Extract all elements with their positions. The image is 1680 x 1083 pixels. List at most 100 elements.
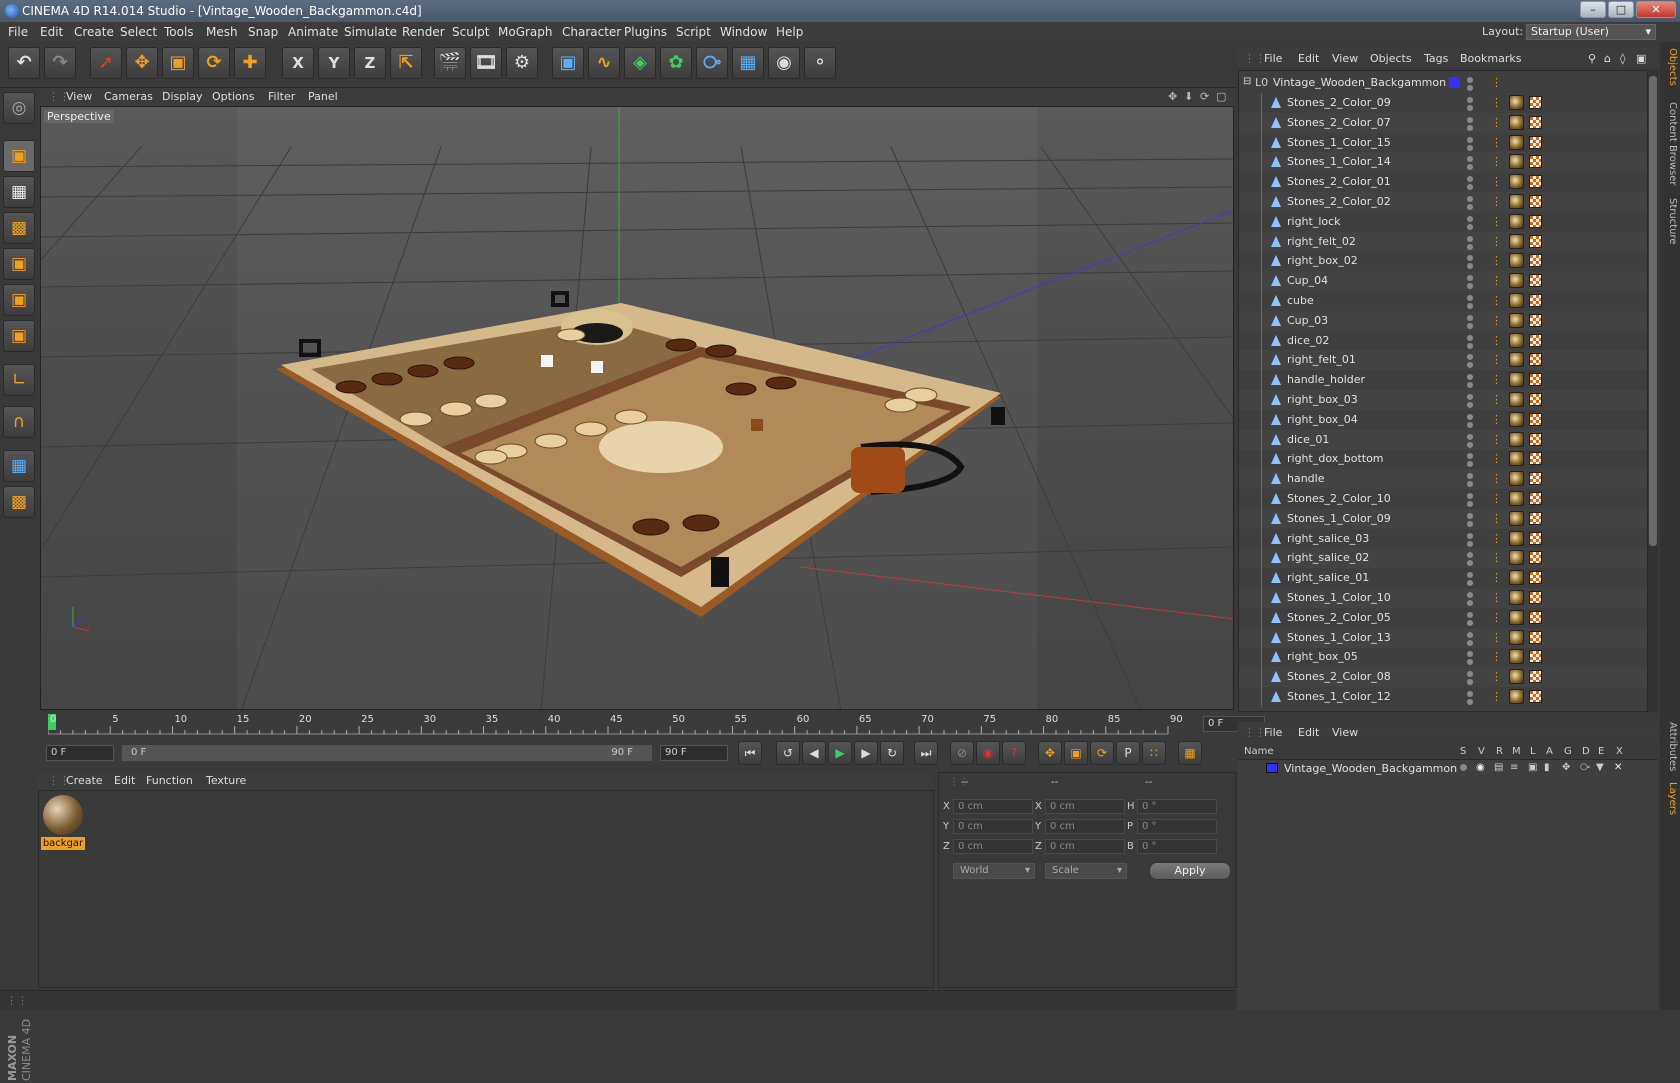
magnet-icon[interactable]: ∩	[3, 406, 35, 438]
layer-col-locked[interactable]: L	[1530, 746, 1536, 757]
render-visibility-dot[interactable]	[1467, 283, 1473, 290]
layer-tag-icon[interactable]: ⋮	[1491, 473, 1502, 485]
locked-workplane-icon[interactable]: ▦	[3, 450, 35, 482]
texture-tag-icon[interactable]	[1529, 630, 1542, 644]
editor-visibility-dot[interactable]	[1467, 215, 1473, 222]
material-tag-icon[interactable]	[1509, 312, 1524, 328]
material-tag-icon[interactable]	[1509, 629, 1524, 645]
object-row[interactable]: handle_holder ⋮	[1239, 370, 1647, 391]
material-preview[interactable]	[43, 795, 83, 835]
record-icon[interactable]: ◉	[976, 741, 1000, 765]
xref-icon[interactable]: ✕	[1614, 762, 1622, 773]
layer-color-swatch[interactable]	[1266, 763, 1278, 773]
object-row[interactable]: right_box_05 ⋮	[1239, 647, 1647, 668]
key-rotation-icon[interactable]: ⟳	[1090, 741, 1114, 765]
object-menu-file[interactable]: File	[1264, 52, 1282, 65]
material-menu-function[interactable]: Function	[146, 774, 193, 787]
layer-tag-icon[interactable]: ⋮	[1491, 235, 1502, 248]
layer-tag-icon[interactable]: ⋮	[1491, 651, 1502, 663]
object-row[interactable]: Stones_2_Color_07 ⋮	[1239, 112, 1647, 133]
material-tag-icon[interactable]	[1509, 510, 1524, 526]
y-axis-icon[interactable]: Y	[318, 47, 350, 79]
editor-visibility-dot[interactable]	[1467, 671, 1473, 678]
texture-tag-icon[interactable]	[1529, 531, 1542, 545]
layer-tag-icon[interactable]: ⋮	[1491, 493, 1502, 505]
tab-layers[interactable]: Layers	[1662, 782, 1678, 815]
editor-visibility-dot[interactable]	[1467, 552, 1473, 559]
editor-visibility-dot[interactable]	[1467, 275, 1473, 282]
frame-range-slider[interactable]: 0 F 90 F	[122, 745, 652, 761]
cube-icon[interactable]: ▣	[552, 47, 584, 79]
viewport-menu-view[interactable]: View	[66, 90, 92, 103]
layer-tag-icon[interactable]: ⋮	[1491, 116, 1502, 129]
texture-tag-icon[interactable]	[1529, 373, 1542, 387]
editor-visibility-dot[interactable]	[1467, 374, 1473, 381]
spline-icon[interactable]: ∿	[588, 47, 620, 79]
object-row[interactable]: Stones_2_Color_10 ⋮	[1239, 489, 1647, 509]
render-visibility-dot[interactable]	[1467, 184, 1473, 191]
viewport-menu-options[interactable]: Options	[212, 90, 254, 103]
viewport-menu-cameras[interactable]: Cameras	[104, 90, 153, 103]
key-parameter-icon[interactable]: P	[1116, 741, 1140, 765]
layer-tag-icon[interactable]: ⋮	[1491, 413, 1502, 426]
array-icon[interactable]: ✿	[660, 47, 692, 79]
layer-col-animation[interactable]: A	[1546, 746, 1553, 757]
render-visibility-dot[interactable]	[1467, 303, 1473, 309]
object-row[interactable]: Stones_2_Color_08 ⋮	[1239, 667, 1647, 688]
generator-icon[interactable]: ✥	[1562, 762, 1570, 773]
menu-animate[interactable]: Animate	[288, 25, 338, 39]
move-icon[interactable]: ✥	[126, 47, 158, 79]
material-tag-icon[interactable]	[1509, 95, 1524, 110]
layer-tag-icon[interactable]: ⋮	[1491, 552, 1502, 564]
layer-tag-icon[interactable]: ⋮	[1491, 334, 1502, 347]
layer-tag-icon[interactable]: ⋮	[1491, 76, 1502, 89]
layer-tag-icon[interactable]: ⋮	[1491, 433, 1502, 446]
editor-visibility-dot[interactable]	[1467, 631, 1473, 638]
render-visibility-dot[interactable]	[1467, 639, 1473, 646]
material-tag-icon[interactable]	[1509, 293, 1524, 308]
texture-tag-icon[interactable]	[1529, 670, 1542, 684]
tab-content-browser[interactable]: Content Browser	[1662, 102, 1678, 185]
texture-tag-icon[interactable]	[1529, 274, 1542, 288]
object-row[interactable]: Stones_1_Color_09 ⋮	[1239, 508, 1647, 529]
menu-select[interactable]: Select	[120, 25, 157, 39]
animation-icon[interactable]: ▮	[1544, 762, 1550, 773]
layer-menu-edit[interactable]: Edit	[1298, 726, 1319, 739]
object-row[interactable]: Stones_1_Color_12 ⋮	[1239, 687, 1647, 707]
texture-tag-icon[interactable]	[1529, 511, 1542, 525]
layer-tag-icon[interactable]: ⋮	[1491, 354, 1502, 366]
material-tag-icon[interactable]	[1509, 233, 1524, 249]
editor-visibility-dot[interactable]	[1467, 413, 1473, 420]
object-row[interactable]: dice_02 ⋮	[1239, 330, 1647, 351]
material-tag-icon[interactable]	[1509, 174, 1524, 190]
material-tag-icon[interactable]	[1509, 213, 1524, 229]
object-menu-tags[interactable]: Tags	[1424, 52, 1448, 65]
render-view-icon[interactable]: 🎬	[434, 47, 466, 79]
editor-visibility-dot[interactable]	[1467, 334, 1473, 341]
size-y-field[interactable]: 0 cm	[1045, 819, 1125, 834]
menu-plugins[interactable]: Plugins	[624, 25, 667, 39]
undo-icon[interactable]: ↶	[8, 47, 40, 79]
material-tag-icon[interactable]	[1509, 689, 1524, 704]
object-row[interactable]: Stones_1_Color_13 ⋮	[1239, 627, 1647, 648]
editor-visibility-dot[interactable]	[1467, 473, 1473, 480]
object-row[interactable]: Stones_1_Color_10 ⋮	[1239, 588, 1647, 608]
apply-button[interactable]: Apply	[1149, 862, 1231, 880]
material-tag-icon[interactable]	[1509, 194, 1524, 209]
menu-mesh[interactable]: Mesh	[206, 25, 238, 39]
perspective-viewport[interactable]: Perspective	[40, 106, 1234, 710]
material-tag-icon[interactable]	[1509, 411, 1524, 427]
render-visibility-dot[interactable]	[1467, 520, 1473, 527]
render-visibility-dot[interactable]	[1467, 105, 1473, 111]
layer-col-deformers[interactable]: D	[1582, 746, 1590, 757]
material-tag-icon[interactable]	[1509, 530, 1524, 546]
layer-menu-view[interactable]: View	[1332, 726, 1358, 739]
transform-mode-select[interactable]: Scale ▾	[1045, 863, 1127, 879]
viewport-zoom-icon[interactable]: ⬇	[1184, 90, 1193, 103]
polygons-mode-icon[interactable]: ▣	[3, 320, 35, 352]
object-row[interactable]: right_salice_01 ⋮	[1239, 568, 1647, 589]
material-tag-icon[interactable]	[1509, 669, 1524, 685]
material-tag-icon[interactable]	[1509, 550, 1524, 566]
render-visibility-dot[interactable]	[1467, 461, 1473, 468]
texture-tag-icon[interactable]	[1529, 472, 1542, 486]
